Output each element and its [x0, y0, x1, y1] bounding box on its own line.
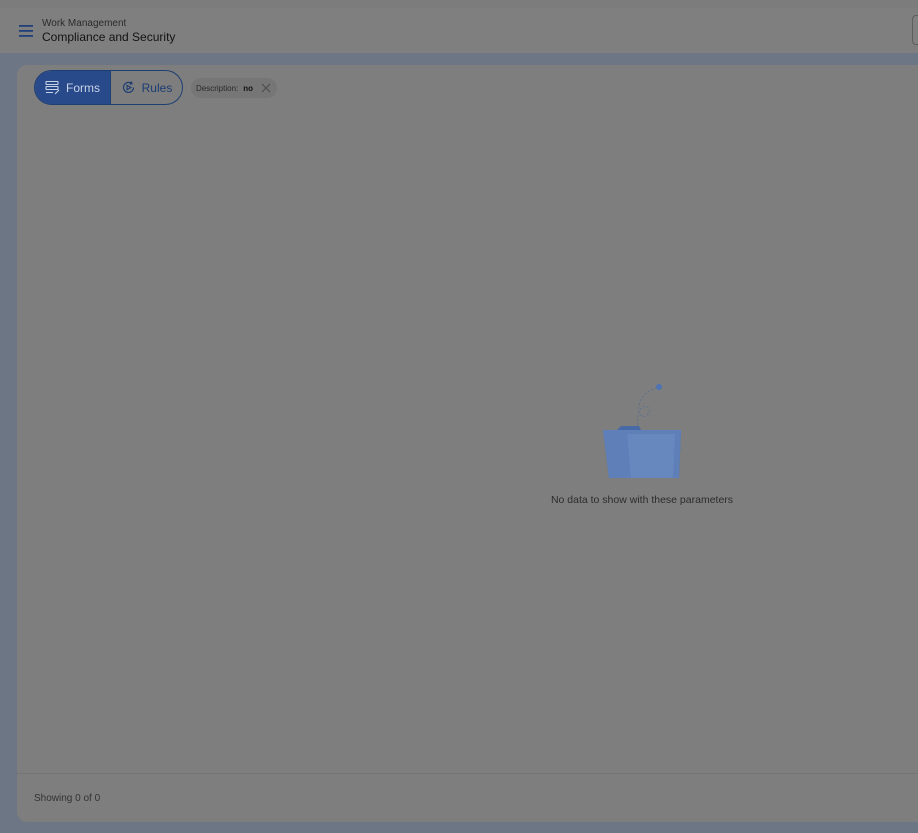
empty-state-message: No data to show with these parameters: [550, 494, 734, 506]
tab-forms-label: Forms: [65, 80, 100, 95]
empty-state: No data to show with these parameters: [487, 382, 787, 512]
main-panel: Forms Rules Description: no No data to s…: [17, 65, 918, 822]
rules-refresh-icon: [122, 81, 134, 93]
hamburger-menu-icon: [19, 24, 33, 37]
page-titles: Work Management Compliance and Security: [42, 18, 175, 44]
tab-rules-label: Rules: [141, 80, 173, 95]
close-icon: [261, 83, 271, 93]
page-title: Compliance and Security: [42, 29, 176, 44]
form-list-icon: [45, 80, 60, 95]
filter-chip-value: no: [243, 83, 254, 93]
topbar-right-control[interactable]: [912, 15, 918, 45]
content-frame: Forms Rules Description: no No data to s…: [0, 53, 918, 833]
app-root: Work Management Compliance and Security …: [0, 0, 918, 833]
menu-button[interactable]: [13, 18, 39, 44]
tab-forms[interactable]: Forms: [35, 71, 110, 104]
breadcrumb-parent: Work Management: [42, 17, 127, 29]
empty-folder-illustration: [603, 384, 681, 478]
filter-chip-description[interactable]: Description: no: [191, 78, 278, 98]
filter-chip-key: Description:: [196, 83, 239, 93]
pagination-status: Showing 0 of 0: [34, 792, 101, 804]
filter-chip-remove[interactable]: [261, 83, 271, 93]
table-footer: Showing 0 of 0: [17, 773, 918, 822]
view-toggle: Forms Rules: [34, 70, 183, 105]
top-bar: Work Management Compliance and Security: [0, 8, 918, 53]
tab-rules[interactable]: Rules: [109, 71, 182, 104]
